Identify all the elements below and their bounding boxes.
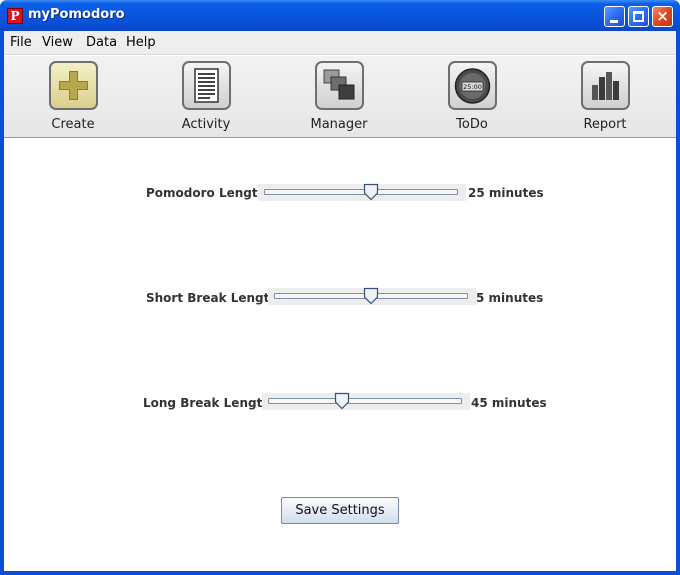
maximize-button[interactable]: [628, 6, 649, 27]
toolbar-report-label: Report: [583, 117, 627, 132]
window-title: myPomodoro: [28, 7, 125, 22]
minimize-button[interactable]: [604, 6, 625, 27]
long-break-length-value: 45 minutes: [471, 396, 547, 410]
plus-icon: [49, 61, 98, 110]
toolbar-activity-button[interactable]: Activity: [161, 61, 251, 135]
toolbar-create-button[interactable]: Create: [28, 61, 118, 135]
toolbar-activity-label: Activity: [181, 117, 231, 132]
long-break-length-slider[interactable]: [262, 392, 470, 410]
slider-thumb[interactable]: [334, 392, 350, 410]
toolbar: Create Activity Manager 25:00 ToDo Repor…: [4, 55, 676, 138]
menu-help[interactable]: Help: [126, 35, 156, 50]
slider-track: [268, 398, 462, 404]
toolbar-create-label: Create: [51, 117, 95, 132]
slider-track: [264, 189, 458, 195]
slider-thumb[interactable]: [363, 183, 379, 201]
close-icon: ×: [656, 7, 669, 25]
timer-readout: 25:00: [463, 83, 482, 91]
bar-chart-icon: [581, 61, 630, 110]
toolbar-todo-button[interactable]: 25:00 ToDo: [427, 61, 517, 135]
slider-thumb[interactable]: [363, 287, 379, 305]
app-logo-icon: P: [7, 8, 23, 24]
document-icon: [182, 61, 231, 110]
menu-view[interactable]: View: [42, 35, 73, 50]
minimize-icon: [610, 20, 618, 23]
pomodoro-length-value: 25 minutes: [468, 186, 544, 200]
window-content: File View Data Help Create Activity Mana…: [4, 31, 676, 571]
toolbar-manager-button[interactable]: Manager: [294, 61, 384, 135]
title-bar[interactable]: P myPomodoro ×: [0, 0, 680, 31]
short-break-length-label: Short Break Length:: [146, 291, 283, 305]
toolbar-todo-label: ToDo: [456, 117, 488, 132]
toolbar-manager-label: Manager: [310, 117, 368, 132]
short-break-length-slider[interactable]: [268, 287, 476, 305]
menu-data[interactable]: Data: [86, 35, 117, 50]
stacked-squares-icon: [315, 61, 364, 110]
long-break-length-label: Long Break Length:: [143, 396, 276, 410]
application-window: P myPomodoro × File View Data Help Creat…: [0, 0, 680, 575]
menu-bar: File View Data Help: [4, 31, 676, 55]
toolbar-report-button[interactable]: Report: [560, 61, 650, 135]
maximize-icon: [633, 11, 644, 22]
pomodoro-length-slider[interactable]: [258, 183, 466, 201]
close-button[interactable]: ×: [652, 6, 673, 27]
pomodoro-length-label: Pomodoro Length:: [146, 186, 271, 200]
timer-icon: 25:00: [448, 61, 497, 110]
menu-file[interactable]: File: [10, 35, 32, 50]
short-break-length-value: 5 minutes: [476, 291, 544, 305]
save-settings-button[interactable]: Save Settings: [281, 497, 399, 524]
